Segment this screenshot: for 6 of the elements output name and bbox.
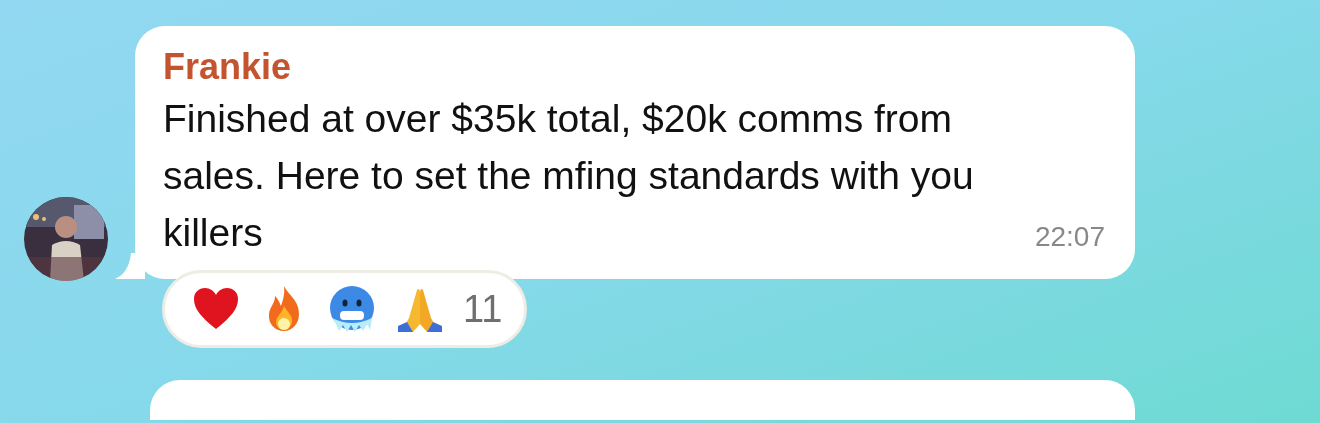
reaction-count: 11 xyxy=(463,287,503,331)
message-text: Finished at over $35k total, $20k comms from sales. Here to set the mfing standards with you killers xyxy=(163,96,975,256)
sender-name: Frankie xyxy=(163,45,292,89)
cold-face-icon xyxy=(327,284,377,334)
message-time: 22:07 xyxy=(1034,220,1105,254)
reactions-bar[interactable]: 11 xyxy=(162,270,528,348)
